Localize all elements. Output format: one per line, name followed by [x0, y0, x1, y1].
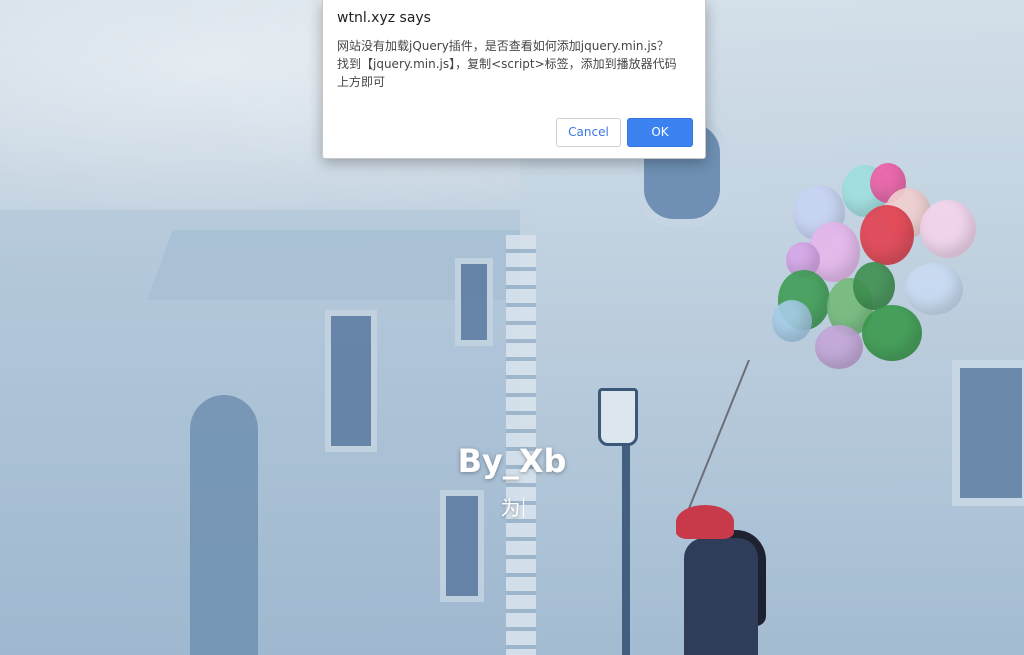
building-window — [325, 310, 377, 452]
ok-button[interactable]: OK — [627, 118, 693, 147]
balloon — [772, 300, 812, 342]
typing-text: 为 — [0, 492, 1024, 521]
balloon — [815, 325, 863, 369]
text-caret — [522, 498, 524, 518]
page-title: By_Xb — [457, 442, 567, 480]
building-window — [455, 258, 493, 346]
balloon — [862, 305, 922, 361]
dialog-message: 网站没有加载jQuery插件，是否查看如何添加jquery.min.js？ 找到… — [337, 39, 677, 89]
arched-doorway — [190, 395, 258, 655]
balloon — [920, 200, 976, 258]
building-window — [952, 360, 1024, 506]
girl-figure — [684, 538, 758, 655]
typing-text-content: 为 — [500, 496, 521, 520]
alert-dialog: wtnl.xyz says 网站没有加载jQuery插件，是否查看如何添加jqu… — [322, 0, 706, 159]
balloon — [860, 205, 914, 265]
balloon — [905, 263, 963, 315]
cancel-button[interactable]: Cancel — [556, 118, 621, 147]
street-lamp-icon — [598, 388, 638, 446]
balloon — [853, 262, 895, 310]
dialog-title: wtnl.xyz says — [337, 10, 431, 26]
